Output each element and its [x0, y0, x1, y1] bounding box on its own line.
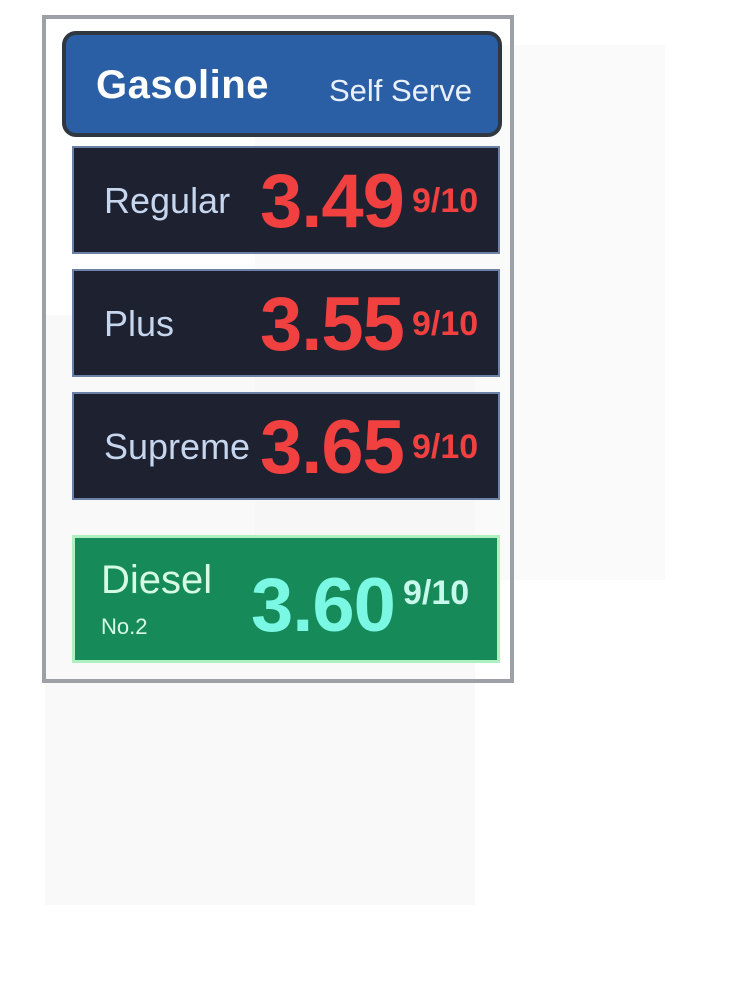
sign-header: Gasoline Self Serve: [62, 31, 502, 137]
grade-price: 3.55: [260, 282, 405, 367]
gas-price-sign: Gasoline Self Serve Regular 3.49 9/10 Pl…: [42, 15, 514, 683]
grade-label: Supreme: [104, 426, 251, 467]
price-row-diesel: Diesel No.2 3.60 9/10: [72, 535, 500, 663]
grade-label: Regular: [104, 180, 231, 221]
grade-price-fraction: 9/10: [412, 305, 479, 343]
grade-price-fraction: 9/10: [412, 182, 479, 220]
diesel-sublabel: No.2: [101, 614, 148, 639]
grade-price-fraction: 9/10: [412, 428, 479, 466]
grade-price: 3.65: [260, 405, 405, 490]
price-row-regular: Regular 3.49 9/10: [72, 146, 500, 254]
sign-subtitle: Self Serve: [328, 73, 472, 108]
diesel-label: Diesel: [101, 558, 213, 602]
price-row-plus: Plus 3.55 9/10: [72, 269, 500, 377]
diesel-price: 3.60: [251, 563, 396, 648]
price-row-supreme: Supreme 3.65 9/10: [72, 392, 500, 500]
grade-label: Plus: [104, 303, 175, 344]
diesel-price-fraction: 9/10: [403, 574, 470, 612]
sign-title: Gasoline: [96, 63, 269, 107]
grade-price: 3.49: [260, 159, 405, 244]
